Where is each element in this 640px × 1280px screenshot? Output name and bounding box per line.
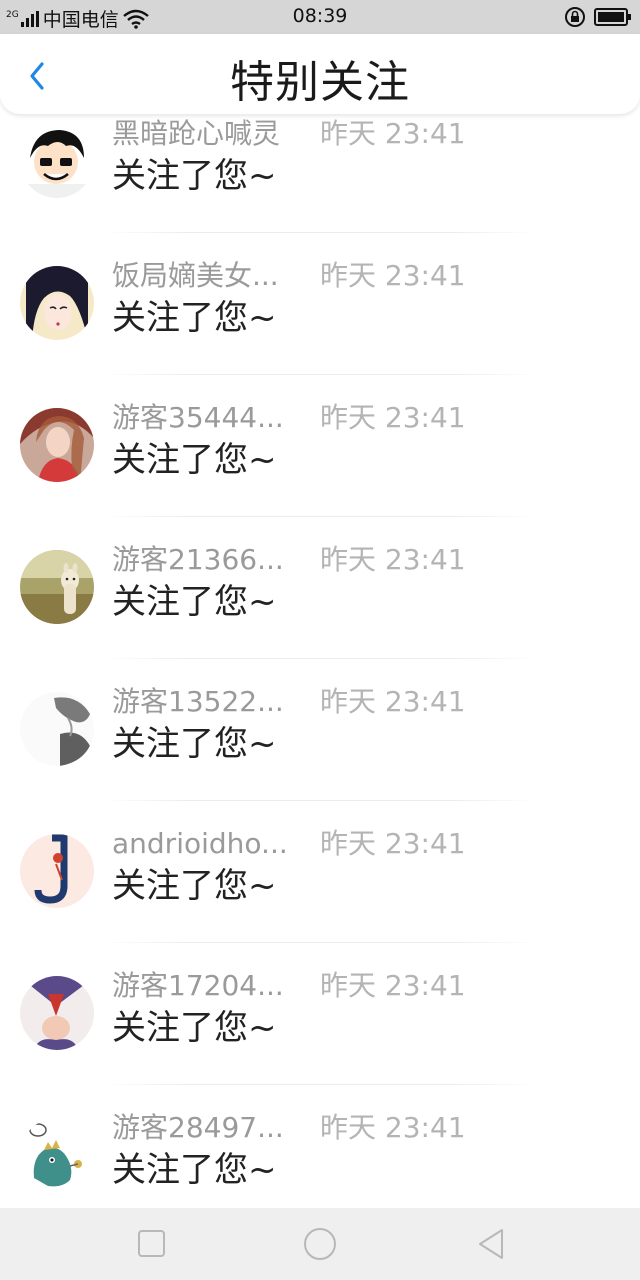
list-item[interactable]: andrioidho... 昨天 23:41 关注了您~ — [0, 802, 640, 944]
message-text: 关注了您~ — [112, 298, 277, 338]
username: 游客17204... — [112, 969, 284, 1002]
cartoon-boy-avatar — [20, 124, 94, 198]
timestamp: 昨天 23:41 — [320, 543, 466, 576]
nav-back-button[interactable] — [474, 1226, 510, 1262]
battery-icon — [594, 8, 632, 26]
grayscale-portrait-avatar — [20, 692, 94, 766]
divider — [100, 516, 540, 517]
back-triangle-icon — [479, 1229, 503, 1259]
rotation-lock-icon — [564, 6, 586, 28]
list-item[interactable]: 饭局嫡美女... 昨天 23:41 关注了您~ — [0, 234, 640, 376]
message-text: 关注了您~ — [112, 156, 277, 196]
message-text: 关注了您~ — [112, 724, 277, 764]
timestamp: 昨天 23:41 — [320, 1111, 466, 1144]
avatar[interactable] — [20, 834, 94, 908]
list-item[interactable]: 黑暗跄心喊灵 昨天 23:41 关注了您~ — [0, 114, 640, 234]
avatar[interactable] — [20, 266, 94, 340]
anime-girl-avatar — [20, 266, 94, 340]
home-circle-icon — [304, 1228, 336, 1260]
timestamp: 昨天 23:41 — [320, 685, 466, 718]
message-text: 关注了您~ — [112, 1008, 277, 1048]
avatar[interactable] — [20, 976, 94, 1050]
avatar[interactable] — [20, 408, 94, 482]
recents-button[interactable] — [134, 1226, 170, 1262]
divider — [100, 658, 540, 659]
alpaca-avatar — [20, 550, 94, 624]
username: 黑暗跄心喊灵 — [112, 117, 281, 150]
message-text: 关注了您~ — [112, 440, 277, 480]
list-item[interactable]: 游客21366... 昨天 23:41 关注了您~ — [0, 518, 640, 660]
avatar[interactable] — [20, 692, 94, 766]
username: 饭局嫡美女... — [112, 259, 279, 292]
status-right — [564, 6, 632, 28]
username: 游客13522... — [112, 685, 284, 718]
recents-square-icon — [138, 1230, 165, 1257]
home-button[interactable] — [302, 1226, 338, 1262]
username: 游客21366... — [112, 543, 284, 576]
divider — [100, 232, 540, 233]
divider — [100, 374, 540, 375]
timestamp: 昨天 23:41 — [320, 117, 466, 150]
cartoon-dinosaur-avatar — [20, 1118, 94, 1192]
page-title: 特别关注 — [230, 57, 410, 108]
timestamp: 昨天 23:41 — [320, 969, 466, 1002]
divider — [100, 800, 540, 801]
letter-j-illustration-avatar — [20, 834, 94, 908]
timestamp: 昨天 23:41 — [320, 259, 466, 292]
divider — [100, 1084, 540, 1085]
sailor-uniform-avatar — [20, 976, 94, 1050]
status-time: 08:39 — [292, 5, 348, 27]
message-text: 关注了您~ — [112, 582, 277, 622]
message-text: 关注了您~ — [112, 866, 277, 906]
woman-photo-avatar — [20, 408, 94, 482]
avatar[interactable] — [20, 124, 94, 198]
divider — [100, 942, 540, 943]
message-text: 关注了您~ — [112, 1150, 277, 1190]
timestamp: 昨天 23:41 — [320, 401, 466, 434]
status-bar: 2G 中国电信 08:39 — [0, 0, 640, 34]
username: 游客35444... — [112, 401, 284, 434]
notification-list[interactable]: 黑暗跄心喊灵 昨天 23:41 关注了您~ 饭局嫡美女... 昨天 23:41 … — [0, 114, 640, 1208]
list-item[interactable]: 游客13522... 昨天 23:41 关注了您~ — [0, 660, 640, 802]
avatar[interactable] — [20, 550, 94, 624]
username: andrioidho... — [112, 827, 288, 860]
title-bar: 特别关注 — [0, 34, 640, 114]
username: 游客28497... — [112, 1111, 284, 1144]
list-item[interactable]: 游客28497... 昨天 23:41 关注了您~ — [0, 1086, 640, 1208]
avatar[interactable] — [20, 1118, 94, 1192]
list-item[interactable]: 游客17204... 昨天 23:41 关注了您~ — [0, 944, 640, 1086]
system-nav-bar — [0, 1208, 640, 1280]
list-item[interactable]: 游客35444... 昨天 23:41 关注了您~ — [0, 376, 640, 518]
timestamp: 昨天 23:41 — [320, 827, 466, 860]
